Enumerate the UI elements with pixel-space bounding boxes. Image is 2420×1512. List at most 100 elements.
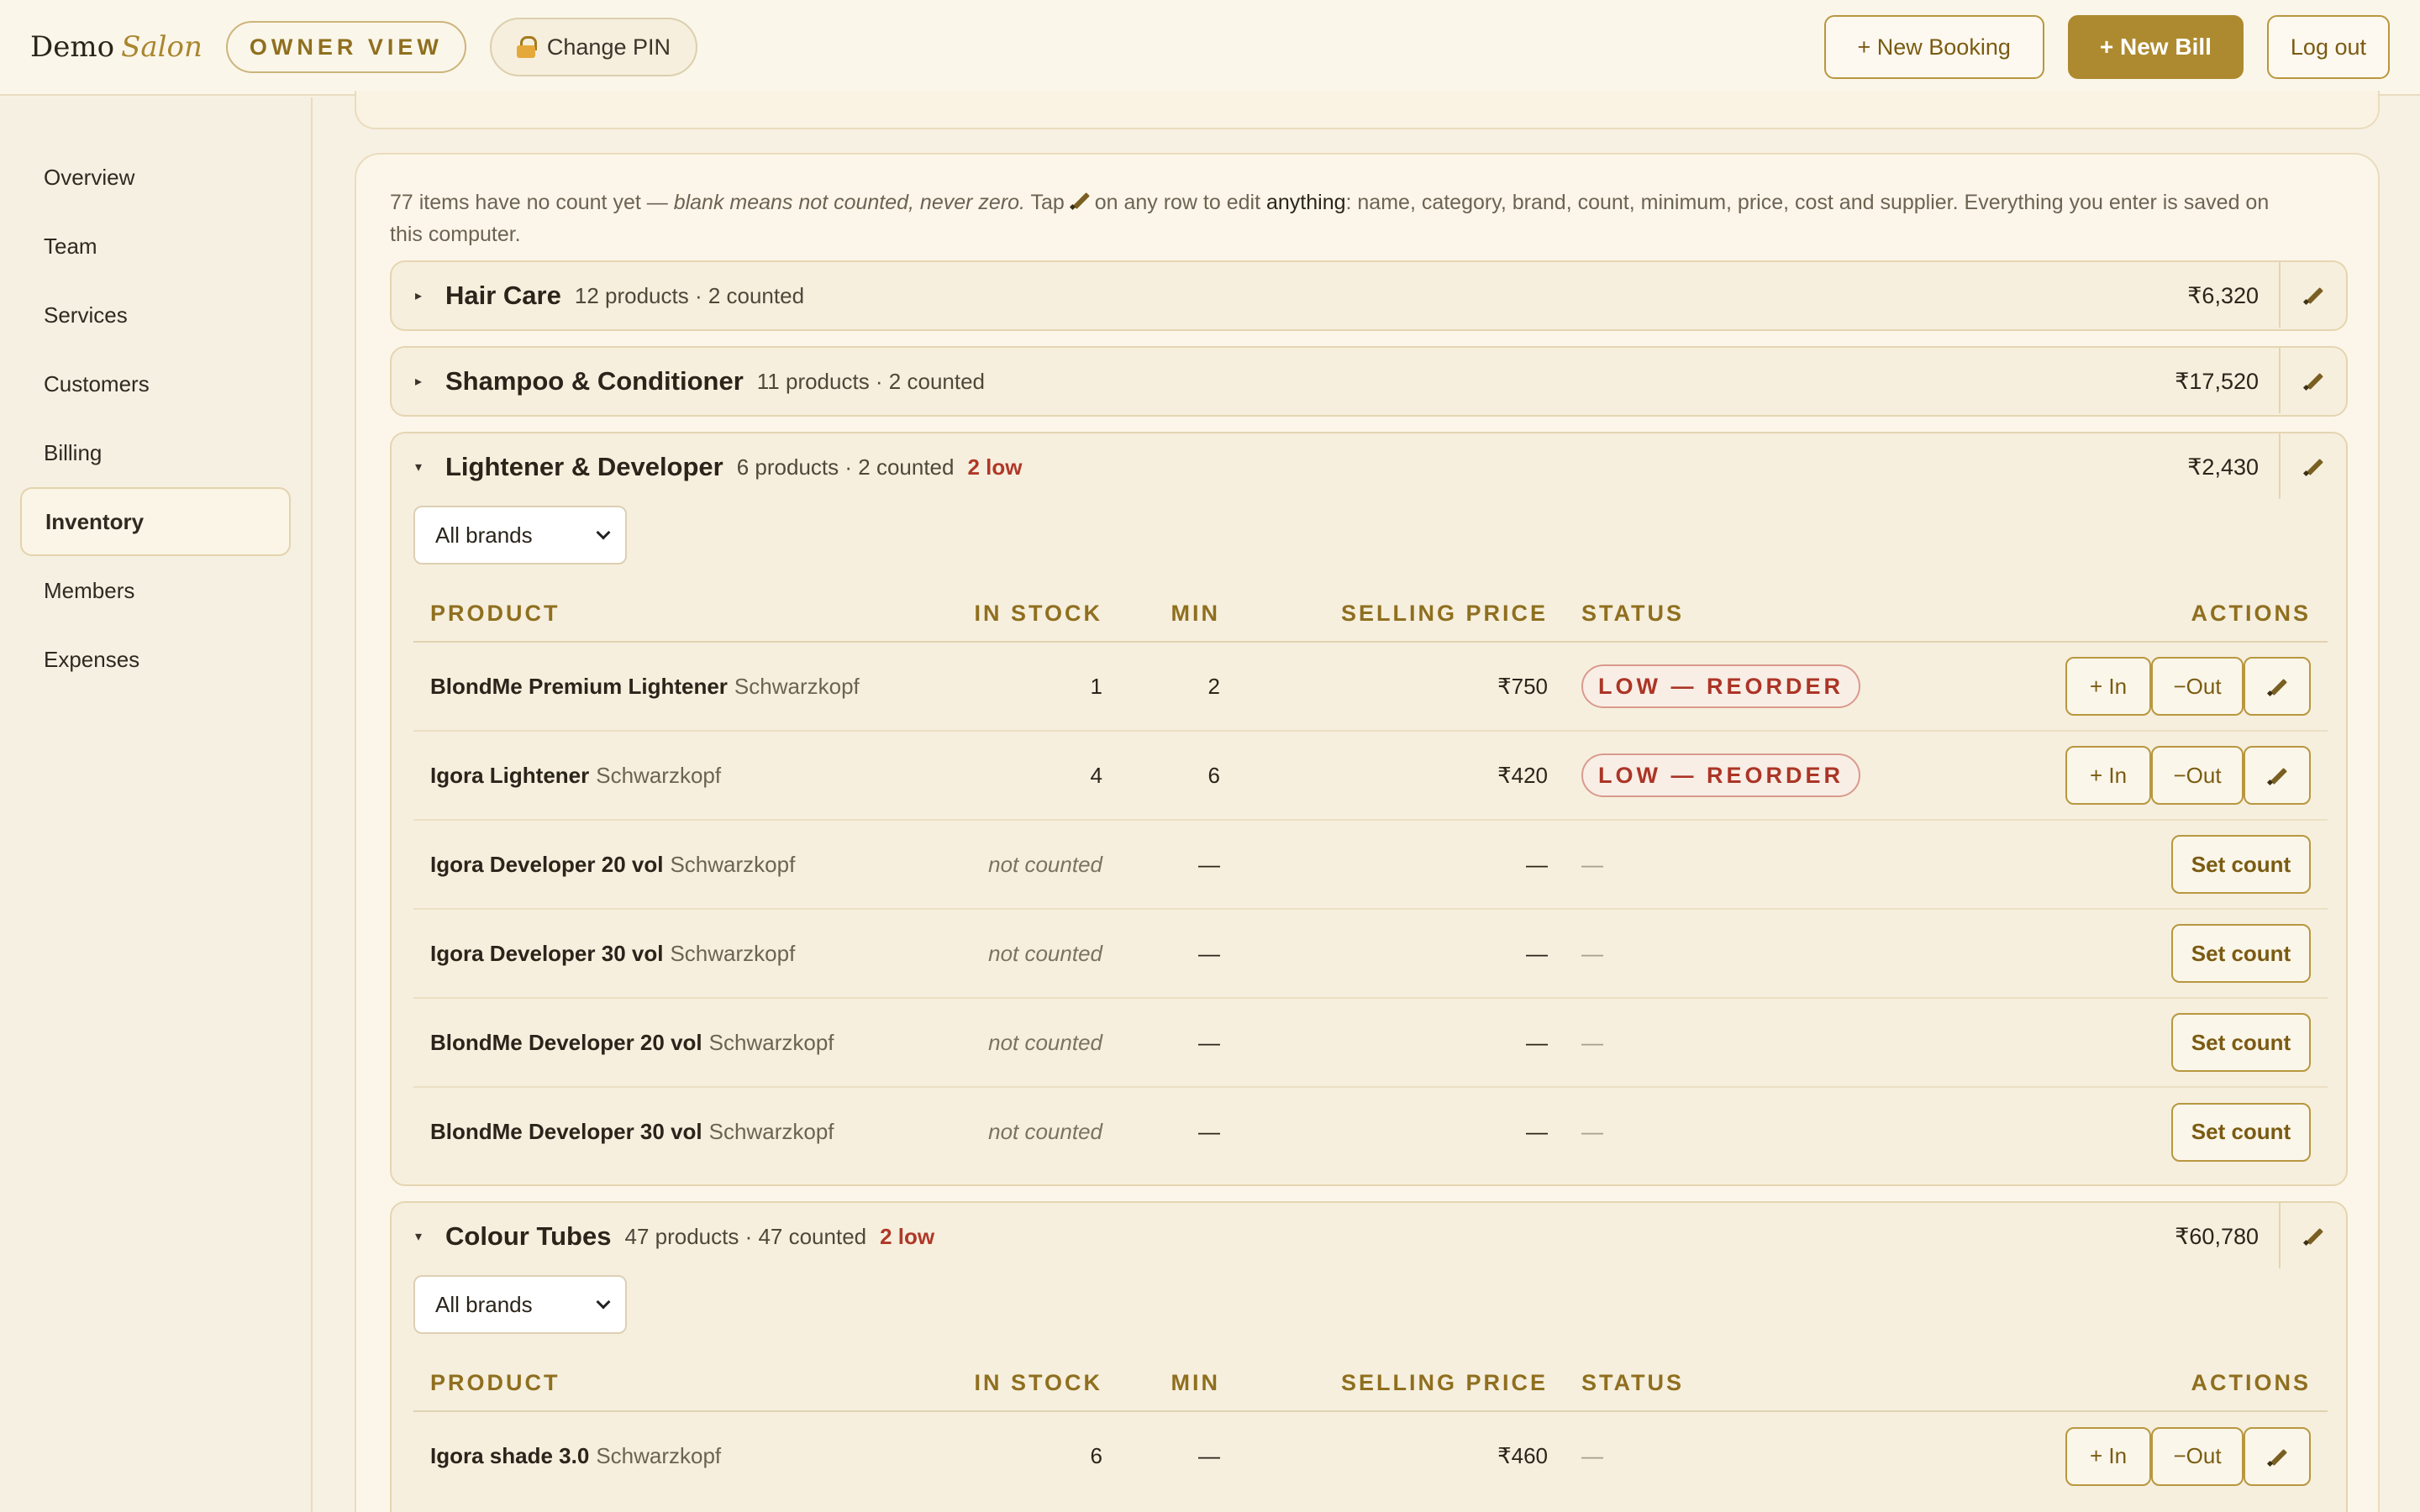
stock-in-button[interactable]: + In (2065, 746, 2151, 805)
pencil-icon (2304, 371, 2323, 390)
product-name: Igora Developer 20 vol (430, 851, 664, 877)
sidebar-item-billing[interactable]: Billing (0, 418, 311, 487)
caret-down-icon: ▾ (415, 460, 423, 475)
category-group-expanded: ▾ Colour Tubes 47 products · 47 counted … (390, 1201, 2348, 1512)
stock-in-button[interactable]: + In (2065, 657, 2151, 716)
stock-out-button[interactable]: −Out (2151, 746, 2244, 805)
actions-cell: Set count (1918, 1087, 2328, 1176)
status-value: — (1581, 1443, 1603, 1468)
stock-in-button[interactable]: + In (2065, 1426, 2151, 1486)
edit-row-button[interactable] (2244, 657, 2311, 716)
in-stock-value: not counted (951, 909, 1119, 999)
caret-right-icon: ▸ (415, 375, 423, 389)
col-actions: ACTIONS (1918, 586, 2328, 643)
sidebar-item-overview[interactable]: Overview (0, 143, 311, 212)
product-brand: Schwarzkopf (596, 1443, 722, 1468)
min-value: 2 (1119, 642, 1237, 732)
set-count-button[interactable]: Set count (2171, 1102, 2311, 1162)
min-value: — (1119, 820, 1237, 910)
price-value: ₹460 (1497, 1443, 1548, 1468)
edit-category-button[interactable] (2279, 1203, 2346, 1268)
col-min: MIN (1119, 586, 1237, 643)
category-group-expanded: ▾ Lightener & Developer 6 products · 2 c… (390, 432, 2348, 1186)
pencil-icon (2304, 286, 2323, 304)
chevron-down-icon (596, 1294, 611, 1310)
in-stock-value: 1 (951, 642, 1119, 732)
product-brand: Schwarzkopf (596, 762, 722, 788)
min-value: 6 (1119, 731, 1237, 821)
pencil-icon (2268, 677, 2286, 696)
product-brand: Schwarzkopf (670, 940, 796, 966)
product-name: Igora Lightener (430, 762, 590, 788)
sidebar-item-customers[interactable]: Customers (0, 349, 311, 418)
category-header[interactable]: ▸ Hair Care 12 products · 2 counted ₹6,3… (392, 262, 2346, 329)
edit-row-button[interactable] (2244, 1426, 2311, 1486)
edit-category-button[interactable] (2279, 262, 2346, 328)
category-name: Shampoo & Conditioner (445, 366, 744, 396)
product-name: Igora shade 3.0 (430, 1443, 590, 1468)
sidebar-item-expenses[interactable]: Expenses (0, 625, 311, 694)
in-stock-value: not counted (951, 820, 1119, 910)
set-count-button[interactable]: Set count (2171, 924, 2311, 983)
pencil-icon (2268, 1447, 2286, 1466)
brand-filter-select[interactable]: All brands (413, 506, 627, 564)
category-group: ▸ Shampoo & Conditioner 11 products · 2 … (390, 346, 2348, 417)
category-total: ₹2,430 (2187, 454, 2259, 480)
col-min: MIN (1119, 1356, 1237, 1412)
category-header[interactable]: ▸ Shampoo & Conditioner 11 products · 2 … (392, 348, 2346, 415)
intro-text: on any row to edit (1088, 191, 1266, 214)
actions-cell: + In −Out (1918, 642, 2328, 732)
low-count: 2 low (967, 454, 1023, 480)
sidebar-item-members[interactable]: Members (0, 556, 311, 625)
stock-out-button[interactable]: −Out (2151, 657, 2244, 716)
price-value: — (1237, 998, 1565, 1088)
product-brand: Schwarzkopf (708, 1029, 834, 1055)
min-value: — (1119, 998, 1237, 1088)
sidebar-item-team[interactable]: Team (0, 212, 311, 281)
category-name: Lightener & Developer (445, 452, 723, 481)
col-actions: ACTIONS (1918, 1356, 2328, 1412)
new-booking-button[interactable]: + New Booking (1823, 15, 2044, 79)
sidebar: Overview Team Services Customers Billing… (0, 97, 313, 1512)
brand-filter-select[interactable]: All brands (413, 1275, 627, 1334)
product-brand: Schwarzkopf (670, 851, 796, 877)
product-name: BlondMe Premium Lightener (430, 673, 728, 699)
edit-category-button[interactable] (2279, 348, 2346, 413)
table-row: BlondMe Developer 30 vol Schwarzkopf not … (413, 1087, 2328, 1176)
product-cell: Igora shade 3.0 Schwarzkopf (413, 1411, 951, 1500)
sidebar-item-inventory[interactable]: Inventory (20, 487, 291, 556)
min-value: — (1198, 1443, 1220, 1468)
sidebar-item-services[interactable]: Services (0, 281, 311, 349)
category-meta: 11 products · 2 counted (756, 368, 986, 394)
brand-filter-value: All brands (435, 522, 533, 548)
category-header[interactable]: ▾ Lightener & Developer 6 products · 2 c… (392, 433, 2346, 501)
change-pin-button[interactable]: Change PIN (489, 18, 697, 76)
stock-out-button[interactable]: −Out (2151, 1426, 2244, 1486)
price-value: — (1237, 909, 1565, 999)
price-value: — (1237, 820, 1565, 910)
set-count-button[interactable]: Set count (2171, 1013, 2311, 1072)
intro-italic: blank means not counted, never zero. (673, 191, 1025, 214)
intro-text: Tap (1025, 191, 1071, 214)
status-cell: LOW — REORDER (1565, 642, 1918, 732)
low-count: 2 low (880, 1223, 935, 1249)
in-stock-value: 6 (1090, 1443, 1102, 1468)
set-count-button[interactable]: Set count (2171, 835, 2311, 894)
product-cell: BlondMe Premium Lightener Schwarzkopf (413, 642, 951, 732)
category-total: ₹17,520 (2175, 368, 2259, 394)
product-cell: Igora Lightener Schwarzkopf (413, 731, 951, 821)
status-value: — (1565, 820, 1918, 910)
product-name: BlondMe Developer 20 vol (430, 1029, 702, 1055)
table-row: Igora Developer 20 vol Schwarzkopf not co… (413, 820, 2328, 910)
category-meta: 47 products · 47 counted (624, 1223, 867, 1249)
col-product: PRODUCT (413, 1356, 951, 1412)
table-header-row: PRODUCT IN STOCK MIN SELLING PRICE STATU… (413, 586, 2328, 643)
category-group: ▸ Hair Care 12 products · 2 counted ₹6,3… (390, 260, 2348, 331)
in-stock-value: not counted (951, 998, 1119, 1088)
category-header[interactable]: ▾ Colour Tubes 47 products · 47 counted … (392, 1203, 2346, 1270)
edit-row-button[interactable] (2244, 746, 2311, 805)
edit-category-button[interactable] (2279, 433, 2346, 499)
category-meta: 6 products · 2 counted (736, 454, 955, 480)
new-bill-button[interactable]: + New Bill (2067, 15, 2244, 79)
logout-button[interactable]: Log out (2266, 15, 2390, 79)
